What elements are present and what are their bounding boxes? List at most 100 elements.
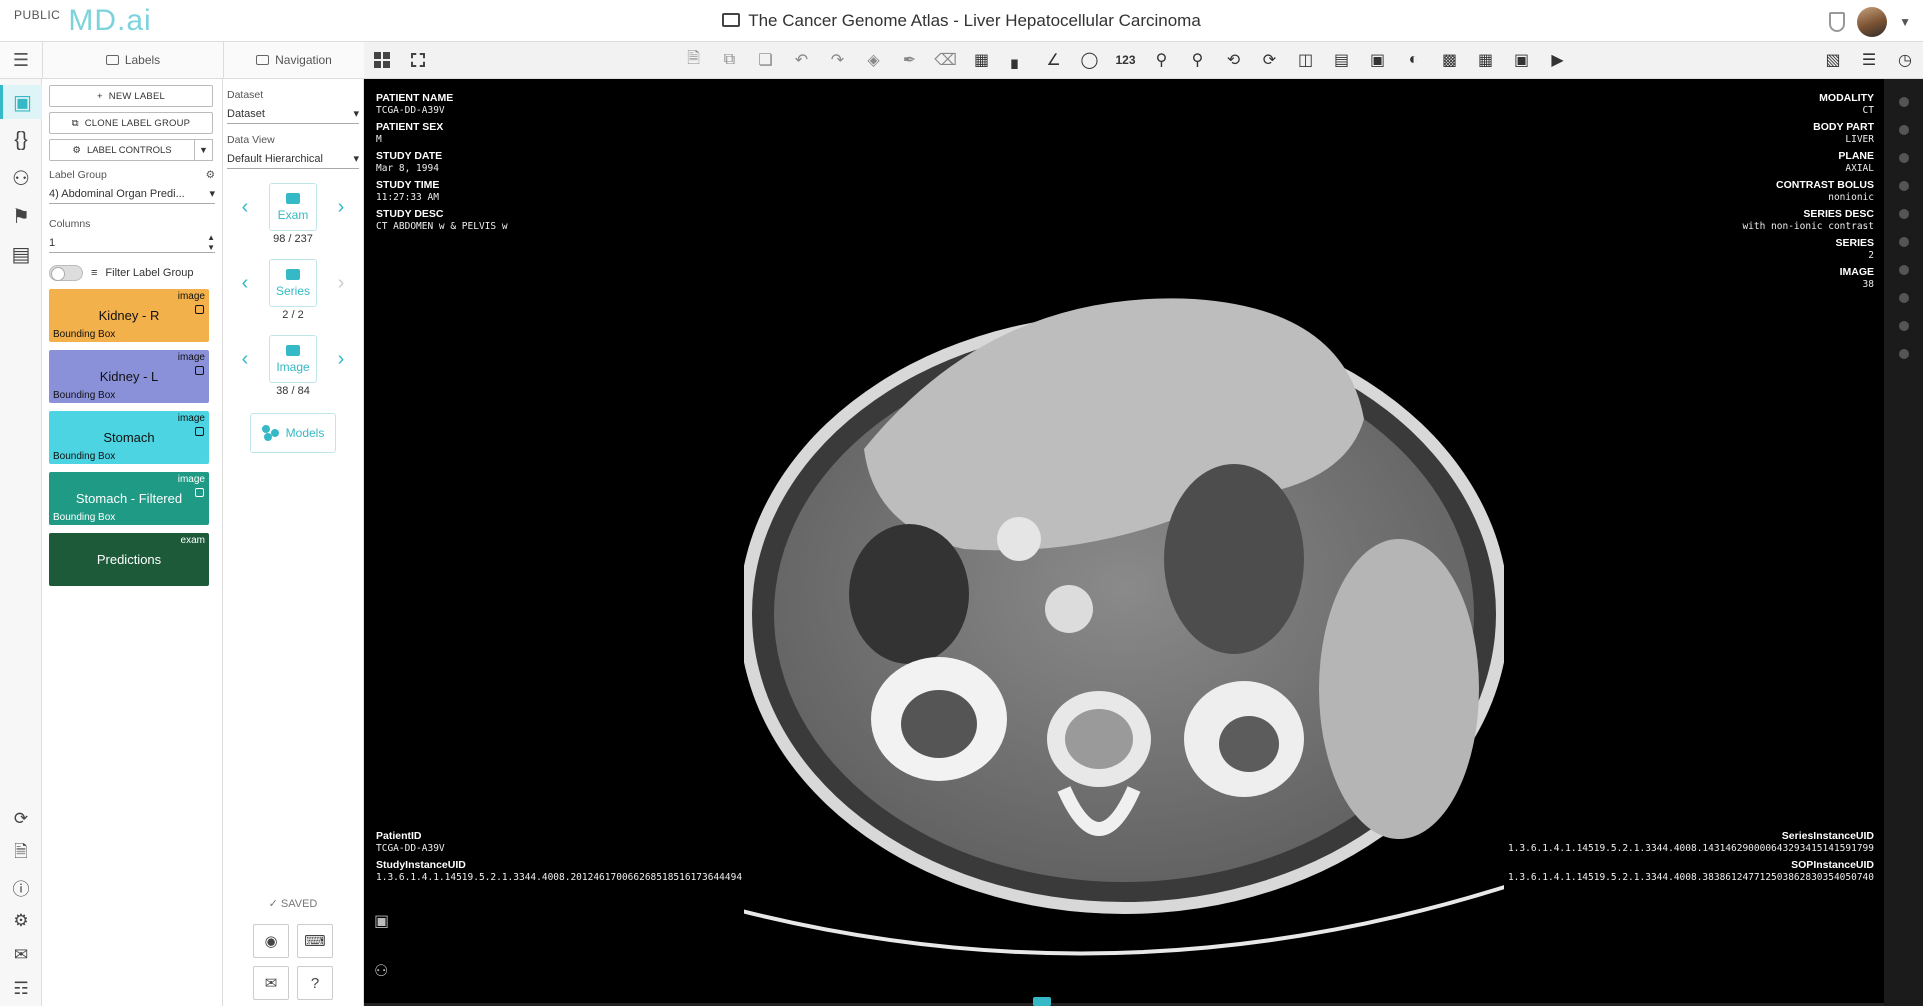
series-next-icon[interactable]: › xyxy=(333,272,349,295)
exam-prev-icon[interactable]: ‹ xyxy=(237,196,253,219)
label-card[interactable]: image Stomach - Filtered Bounding Box xyxy=(49,472,209,525)
feedback-icon[interactable]: ⚑ xyxy=(0,199,42,233)
ruler-icon[interactable]: ▖ xyxy=(1000,42,1036,79)
fullscreen-icon[interactable] xyxy=(400,42,436,79)
new-label-button[interactable]: + NEW LABEL xyxy=(49,85,213,107)
overlay-key: STUDY DESC xyxy=(376,208,444,220)
invert-icon[interactable]: ▦ xyxy=(1468,42,1504,79)
new-study-icon[interactable]: 🗎 xyxy=(676,42,712,79)
rail-dot[interactable] xyxy=(1898,97,1909,107)
series-button[interactable]: Series xyxy=(269,259,317,307)
book-icon[interactable]: ☶ xyxy=(0,972,42,1006)
rail-dot[interactable] xyxy=(1898,125,1909,135)
mouse-icon[interactable]: ◉ xyxy=(253,924,289,958)
zoom-out-icon[interactable]: ⚲ xyxy=(1144,42,1180,79)
grid-icon[interactable]: ▦ xyxy=(964,42,1000,79)
rail-dot[interactable] xyxy=(1898,237,1909,247)
annotation-tool-icon[interactable]: ▣ xyxy=(374,911,389,931)
play-icon[interactable]: ▶ xyxy=(1540,42,1576,79)
notes-icon[interactable]: ▤ xyxy=(0,237,42,271)
layout-grid-icon[interactable] xyxy=(364,42,400,79)
label-card[interactable]: image Stomach Bounding Box xyxy=(49,411,209,464)
label-group-gear-icon[interactable]: ⚙ xyxy=(206,169,215,181)
overlay-value: CT xyxy=(1862,104,1874,116)
rail-dot[interactable] xyxy=(1898,321,1909,331)
exam-button[interactable]: Exam xyxy=(269,183,317,231)
comment-icon[interactable]: ✉ xyxy=(253,966,289,1000)
keyboard-icon[interactable]: ⌨ xyxy=(297,924,333,958)
gear-icon[interactable]: ⚙ xyxy=(0,904,42,938)
info-icon[interactable]: ⓘ xyxy=(0,870,42,904)
rotate-right-icon[interactable]: ⟳ xyxy=(1252,42,1288,79)
zoom-in-icon[interactable]: ⚲ xyxy=(1180,42,1216,79)
overlay-key: PATIENT SEX xyxy=(376,121,444,133)
label-card[interactable]: exam Predictions xyxy=(49,533,209,586)
rail-dot[interactable] xyxy=(1898,209,1909,219)
chat-icon[interactable]: ✉ xyxy=(0,938,42,972)
screenshot-icon[interactable]: ▧ xyxy=(1815,42,1851,79)
rail-dot[interactable] xyxy=(1898,153,1909,163)
node-graph-icon[interactable]: ⚇ xyxy=(374,961,388,981)
rotate-left-icon[interactable]: ⟲ xyxy=(1216,42,1252,79)
stack-icon[interactable]: ☰ xyxy=(1851,42,1887,79)
shield-icon[interactable] xyxy=(1829,12,1846,32)
image-progress-thumb[interactable] xyxy=(1032,997,1051,1006)
tab-navigation[interactable]: Navigation xyxy=(223,42,364,78)
json-braces-icon[interactable]: {} xyxy=(0,123,42,157)
image-viewer[interactable]: PATIENT NAME TCGA-DD-A39V PATIENT SEX M STUD… xyxy=(364,79,1884,1006)
rail-dot[interactable] xyxy=(1898,349,1909,359)
flip-v-icon[interactable]: ▤ xyxy=(1324,42,1360,79)
count-icon[interactable]: 123 xyxy=(1108,42,1144,79)
document-icon[interactable]: 🗎 xyxy=(0,836,42,870)
filter-toggle[interactable] xyxy=(49,265,83,281)
image-icon[interactable]: ▣ xyxy=(1504,42,1540,79)
roi-icon[interactable]: ▣ xyxy=(1360,42,1396,79)
refresh-icon[interactable]: ⟳ xyxy=(0,802,42,836)
overlay-key: STUDY DATE xyxy=(376,150,443,162)
chevron-down-icon[interactable]: ▼ xyxy=(1899,15,1911,29)
label-controls-button[interactable]: ⚙ LABEL CONTROLS xyxy=(49,139,195,161)
left-rail: ▣ {} ⚇ ⚑ ▤ ⟳ 🗎 ⓘ ⚙ ✉ ☶ xyxy=(0,79,42,1006)
lasso-icon[interactable]: ◯ xyxy=(1072,42,1108,79)
image-count: 38 / 84 xyxy=(276,385,310,397)
angle-icon[interactable]: ∠ xyxy=(1036,42,1072,79)
copy-icon[interactable]: ⧉ xyxy=(712,42,748,79)
flip-h-icon[interactable]: ◫ xyxy=(1288,42,1324,79)
chevron-down-icon[interactable]: ▼ xyxy=(195,139,213,161)
dataset-select[interactable]: Dataset ▾ xyxy=(227,104,359,124)
image-button[interactable]: Image xyxy=(269,335,317,383)
rail-dot[interactable] xyxy=(1898,265,1909,275)
undo-icon[interactable]: ↶ xyxy=(784,42,820,79)
duplicate-icon[interactable]: ❏ xyxy=(748,42,784,79)
rail-dot[interactable] xyxy=(1898,293,1909,303)
help-icon[interactable]: ? xyxy=(297,966,333,1000)
columns-stepper[interactable]: 1 ▲ ▼ xyxy=(49,233,215,253)
rail-dot[interactable] xyxy=(1898,181,1909,191)
layers-fill-icon[interactable]: ◈ xyxy=(856,42,892,79)
label-card[interactable]: image Kidney - R Bounding Box xyxy=(49,289,209,342)
dataview-select[interactable]: Default Hierarchical ▾ xyxy=(227,149,359,169)
image-next-icon[interactable]: › xyxy=(333,348,349,371)
eraser-icon[interactable]: ⌫ xyxy=(928,42,964,79)
images-icon[interactable]: ▣ xyxy=(0,85,42,119)
cube-icon xyxy=(195,427,204,436)
contrast-icon[interactable]: ◐ xyxy=(1396,42,1432,79)
tab-navigation-text: Navigation xyxy=(275,53,332,67)
models-button[interactable]: Models xyxy=(250,413,336,453)
label-card[interactable]: image Kidney - L Bounding Box xyxy=(49,350,209,403)
window-level-icon[interactable]: ▩ xyxy=(1432,42,1468,79)
brush-icon[interactable]: ✒ xyxy=(892,42,928,79)
team-icon[interactable]: ⚇ xyxy=(0,161,42,195)
label-group-caption: Label Group xyxy=(49,169,107,181)
series-prev-icon[interactable]: ‹ xyxy=(237,272,253,295)
clone-label-group-button[interactable]: ⧉ CLONE LABEL GROUP xyxy=(49,112,213,134)
exam-next-icon[interactable]: › xyxy=(333,196,349,219)
avatar[interactable] xyxy=(1857,7,1888,37)
image-prev-icon[interactable]: ‹ xyxy=(237,348,253,371)
menu-icon[interactable]: ☰ xyxy=(0,42,42,79)
exam-label: Exam xyxy=(277,207,309,222)
history-icon[interactable]: ◷ xyxy=(1887,42,1923,79)
label-group-select[interactable]: 4) Abdominal Organ Predi... ▾ xyxy=(49,184,215,204)
tab-labels[interactable]: Labels xyxy=(42,42,223,78)
redo-icon[interactable]: ↷ xyxy=(820,42,856,79)
